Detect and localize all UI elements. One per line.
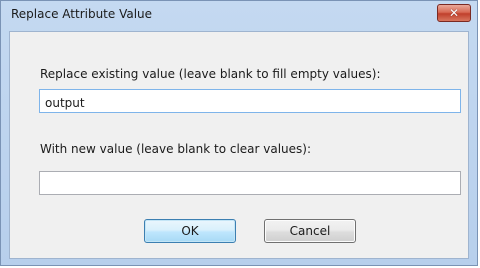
- existing-value-label: Replace existing value (leave blank to f…: [40, 67, 381, 81]
- cancel-button[interactable]: Cancel: [264, 219, 356, 243]
- new-value-input[interactable]: [39, 171, 461, 195]
- ok-button[interactable]: OK: [144, 219, 236, 243]
- dialog-title: Replace Attribute Value: [11, 7, 153, 21]
- dialog-window: Replace Attribute Value ✕ Replace existi…: [0, 0, 478, 266]
- close-icon: ✕: [448, 6, 460, 20]
- new-value-label: With new value (leave blank to clear val…: [40, 142, 312, 156]
- title-bar[interactable]: Replace Attribute Value ✕: [1, 1, 477, 29]
- dialog-body: Replace existing value (leave blank to f…: [9, 31, 469, 259]
- close-button[interactable]: ✕: [437, 4, 471, 22]
- existing-value-input[interactable]: [39, 89, 461, 113]
